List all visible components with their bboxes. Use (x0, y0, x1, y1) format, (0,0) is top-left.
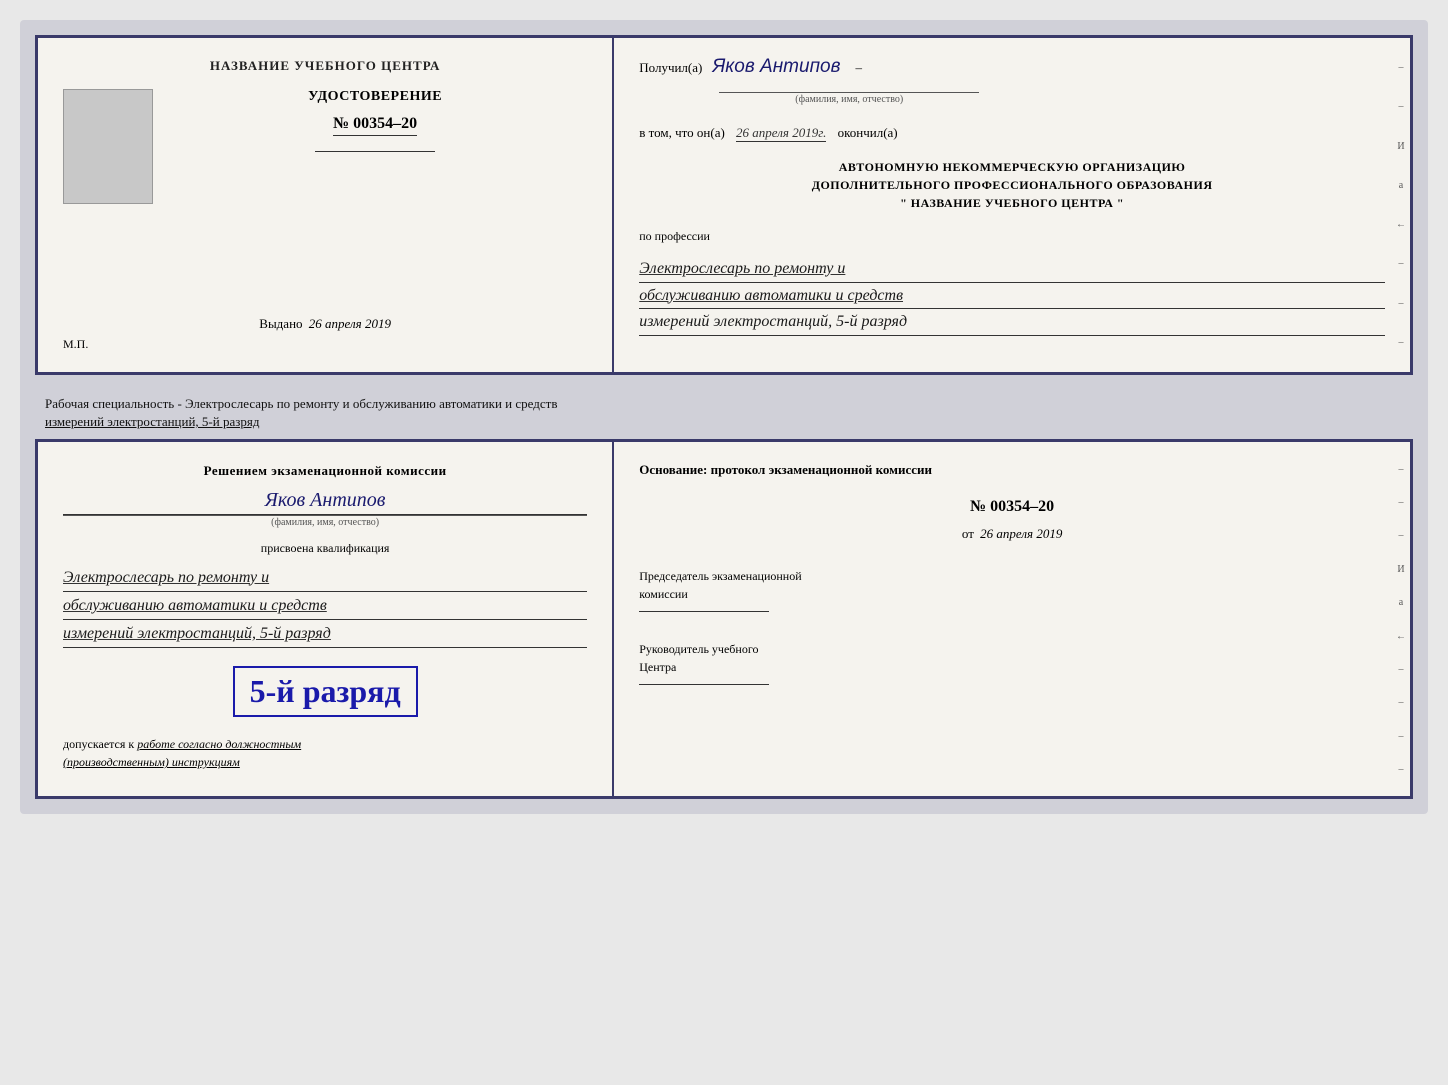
ot-date: 26 апреля 2019 (980, 526, 1062, 541)
side-marks-bottom: – – – И а ← – – – – (1392, 442, 1410, 796)
okonchil-label: окончил(а) (838, 125, 898, 140)
vydano-area: Выдано 26 апреля 2019 (63, 316, 587, 332)
razryad-big-box: 5-й разряд (63, 661, 587, 722)
recipient-name: Яков Антипов (712, 56, 840, 78)
mp-label: М.П. (63, 337, 88, 352)
top-left-page: НАЗВАНИЕ УЧЕБНОГО ЦЕНТРА УДОСТОВЕРЕНИЕ №… (38, 38, 614, 372)
profession-line3: измерений электростанций, 5-й разряд (639, 309, 1385, 336)
qual-line3: измерений электростанций, 5-й разряд (63, 620, 587, 648)
dopusk-italic2: (производственным) инструкциям (63, 755, 240, 769)
rukovoditel-line2: Центра (639, 658, 1385, 676)
rukovoditel-sig-line (639, 684, 769, 685)
poluchil-label: Получил(а) (639, 60, 702, 76)
dopusk-italic: работе согласно должностным (137, 737, 301, 751)
vydano-label: Выдано (259, 316, 302, 331)
separator-text2: измерений электростанций, 5-й разряд (45, 413, 1403, 431)
photo-placeholder (63, 89, 153, 204)
vtom-date: 26 апреля 2019г. (736, 125, 826, 142)
prisvoena-line: присвоена квалификация (63, 541, 587, 556)
org-block: АВТОНОМНУЮ НЕКОММЕРЧЕСКУЮ ОРГАНИЗАЦИЮ ДО… (639, 158, 1385, 212)
org-name: " НАЗВАНИЕ УЧЕБНОГО ЦЕНТРА " (639, 194, 1385, 212)
ot-date-line: от 26 апреля 2019 (639, 526, 1385, 542)
fio-subtitle-bottom: (фамилия, имя, отчество) (63, 515, 587, 528)
doc-number: № 00354–20 (333, 115, 417, 136)
rukovoditel-block: Руководитель учебного Центра (639, 640, 1385, 688)
predsedatel-sig-line (639, 611, 769, 612)
rukovoditel-line1: Руководитель учебного (639, 640, 1385, 658)
dopuskaetsya-block: допускается к работе согласно должностны… (63, 735, 587, 771)
vydano-date: 26 апреля 2019 (309, 316, 391, 331)
doc-main-area: УДОСТОВЕРЕНИЕ № 00354–20 (63, 89, 587, 306)
predsedatel-line1: Председатель экзаменационной (639, 567, 1385, 585)
qual-line1: Электрослесарь по ремонту и (63, 564, 587, 592)
resheniem-title: Решением экзаменационной комиссии (63, 462, 587, 480)
profession-line1: Электрослесарь по ремонту и (639, 256, 1385, 283)
profession-line2: обслуживанию автоматики и средств (639, 283, 1385, 310)
udostoverenie-label: УДОСТОВЕРЕНИЕ (308, 89, 442, 105)
side-marks-top: – – И а ← – – – (1392, 38, 1410, 372)
doc-center-content: УДОСТОВЕРЕНИЕ № 00354–20 (163, 89, 587, 157)
org-line1: АВТОНОМНУЮ НЕКОММЕРЧЕСКУЮ ОРГАНИЗАЦИЮ (639, 158, 1385, 176)
bottom-right-page: Основание: протокол экзаменационной коми… (614, 442, 1410, 796)
qual-line2: обслуживанию автоматики и средств (63, 592, 587, 620)
top-right-page: Получил(а) Яков Антипов – (фамилия, имя,… (614, 38, 1410, 372)
protocol-number: № 00354–20 (639, 498, 1385, 516)
org-line2: ДОПОЛНИТЕЛЬНОГО ПРОФЕССИОНАЛЬНОГО ОБРАЗО… (639, 176, 1385, 194)
person-name-area: Яков Антипов (фамилия, имя, отчество) (63, 489, 587, 528)
vtom-label: в том, что он(а) (639, 125, 725, 140)
vtom-line: в том, что он(а) 26 апреля 2019г. окончи… (639, 125, 1385, 141)
predsedatel-line2: комиссии (639, 585, 1385, 603)
bottom-left-page: Решением экзаменационной комиссии Яков А… (38, 442, 614, 796)
dopuskaetsya-label: допускается к (63, 737, 134, 751)
center-title: НАЗВАНИЕ УЧЕБНОГО ЦЕНТРА (210, 58, 441, 74)
recipient-area: Получил(а) Яков Антипов – (639, 56, 1385, 78)
signature-line-left (315, 151, 435, 152)
dash-after-name: – (856, 60, 863, 76)
predsedatel-block: Председатель экзаменационной комиссии (639, 567, 1385, 615)
fio-subtitle-top: (фамилия, имя, отчество) (719, 92, 979, 105)
osnovanie-title: Основание: протокол экзаменационной коми… (639, 460, 1385, 480)
bottom-document: Решением экзаменационной комиссии Яков А… (35, 439, 1413, 799)
qualification-block: Электрослесарь по ремонту и обслуживанию… (63, 564, 587, 649)
ot-label: от (962, 526, 974, 541)
separator-text1: Рабочая специальность - Электрослесарь п… (45, 395, 1403, 413)
razryad-big: 5-й разряд (233, 666, 418, 717)
profession-block: Электрослесарь по ремонту и обслуживанию… (639, 256, 1385, 336)
po-professii: по профессии (639, 229, 1385, 244)
separator-area: Рабочая специальность - Электрослесарь п… (35, 387, 1413, 439)
top-document: НАЗВАНИЕ УЧЕБНОГО ЦЕНТРА УДОСТОВЕРЕНИЕ №… (35, 35, 1413, 375)
document-container: НАЗВАНИЕ УЧЕБНОГО ЦЕНТРА УДОСТОВЕРЕНИЕ №… (20, 20, 1428, 814)
person-name: Яков Антипов (63, 489, 587, 515)
